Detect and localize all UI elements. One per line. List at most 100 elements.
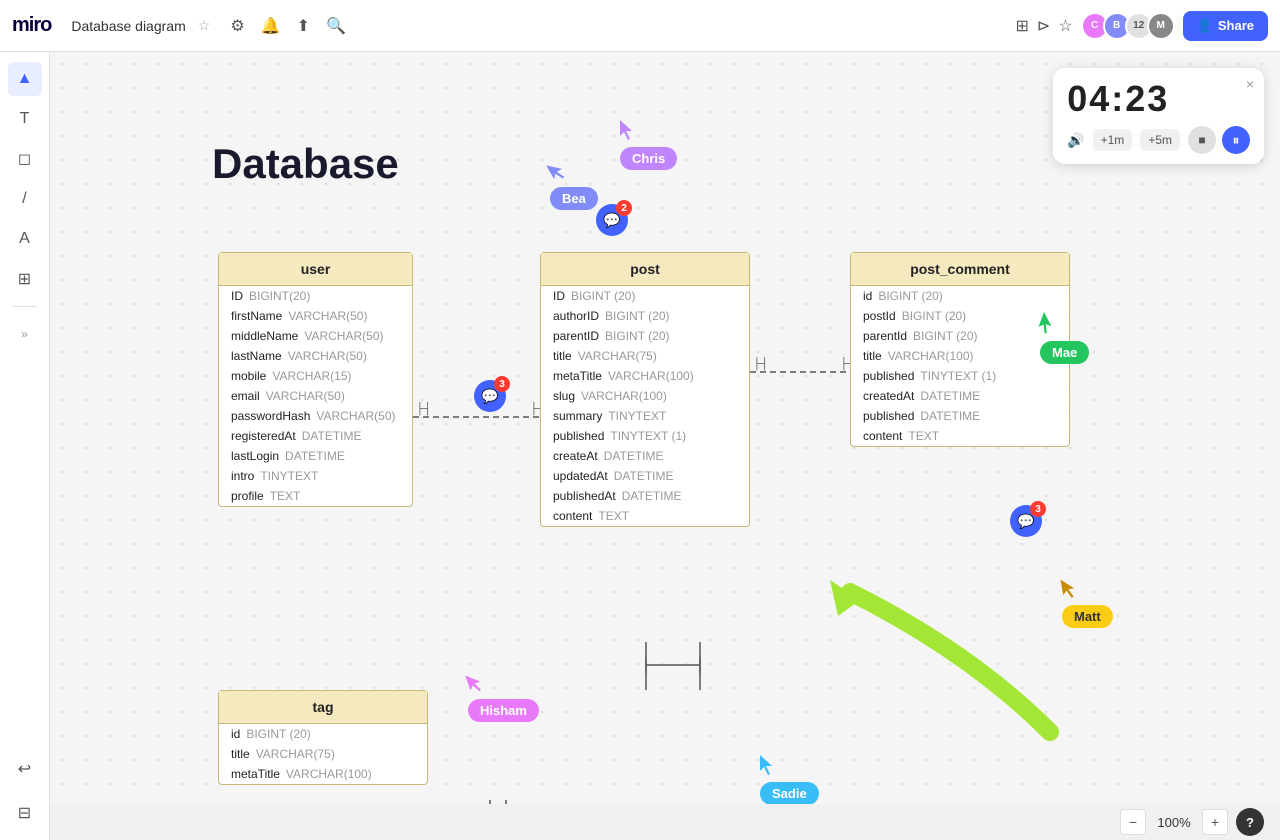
- table-row: middleNameVARCHAR(50): [219, 326, 412, 346]
- topbar-icons: ⚙ 🔔 ⬆ 🔍: [230, 16, 346, 36]
- table-row: summaryTINYTEXT: [541, 406, 749, 426]
- table-row: registeredAtDATETIME: [219, 426, 412, 446]
- cursor-sadie: Sadie: [760, 755, 819, 804]
- table-row: lastNameVARCHAR(50): [219, 346, 412, 366]
- share-button[interactable]: 👤 Share: [1183, 11, 1268, 41]
- undo-tool[interactable]: ↩: [8, 752, 42, 786]
- table-row: lastLoginDATETIME: [219, 446, 412, 466]
- table-post-comment[interactable]: post_comment idBIGINT (20) postIdBIGINT …: [850, 252, 1070, 447]
- search-icon[interactable]: 🔍: [326, 16, 346, 36]
- timer-display: 04:23: [1067, 78, 1250, 120]
- timer-close-button[interactable]: ×: [1246, 76, 1254, 92]
- cursor-chris-label: Chris: [620, 147, 677, 170]
- timer-sound-icon[interactable]: 🔊: [1067, 132, 1084, 149]
- favorite-icon[interactable]: ☆: [198, 17, 211, 34]
- table-row: passwordHashVARCHAR(50): [219, 406, 412, 426]
- sticky-tool[interactable]: ◻: [8, 142, 42, 176]
- cursor-chris: Chris: [620, 120, 677, 170]
- table-row: titleVARCHAR(100): [851, 346, 1069, 366]
- miro-logo: miro: [12, 14, 51, 37]
- font-tool[interactable]: A: [8, 222, 42, 256]
- pen-icon: /: [22, 190, 26, 208]
- avatar-3: M: [1147, 12, 1175, 40]
- table-row: IDBIGINT(20): [219, 286, 412, 306]
- timer-stop-button[interactable]: ■: [1188, 126, 1216, 154]
- svg-text:├┤: ├┤: [416, 401, 432, 416]
- timer-controls: 🔊 +1m +5m ■ ⏸: [1067, 126, 1250, 154]
- cursor-bea: Bea: [550, 160, 598, 210]
- comment-bubble-1[interactable]: 💬 2: [596, 204, 628, 236]
- collaborators-avatars[interactable]: C B 12 M: [1081, 12, 1175, 40]
- toolbar-separator: [13, 306, 37, 307]
- zoom-level: 100%: [1154, 815, 1194, 830]
- font-icon: A: [19, 230, 30, 248]
- timer-seconds: 23: [1125, 78, 1169, 119]
- sidebar-toggle[interactable]: ⊟: [8, 796, 42, 830]
- table-row: parentIDBIGINT (20): [541, 326, 749, 346]
- select-tool[interactable]: ▲: [8, 62, 42, 96]
- comment-bubble-3[interactable]: 💬 3: [1010, 505, 1042, 537]
- zoom-out-button[interactable]: −: [1120, 809, 1146, 835]
- canvas[interactable]: ├┤ ├┤ ├┤ ├┤ Database user IDBIGINT(20) f…: [50, 52, 1280, 804]
- table-row: titleVARCHAR(75): [541, 346, 749, 366]
- table-tag-header: tag: [219, 691, 427, 724]
- table-row: contentTEXT: [851, 426, 1069, 446]
- more-icon: »: [21, 327, 28, 341]
- help-button[interactable]: ?: [1236, 808, 1264, 836]
- cursor-hisham: Hisham: [468, 672, 539, 722]
- filter-icon[interactable]: ⊳: [1037, 16, 1050, 36]
- table-row: mobileVARCHAR(15): [219, 366, 412, 386]
- table-row: publishedTINYTEXT (1): [541, 426, 749, 446]
- present-icon[interactable]: ☆: [1058, 16, 1072, 36]
- table-row: createAtDATETIME: [541, 446, 749, 466]
- table-post-comment-header: post_comment: [851, 253, 1069, 286]
- table-post[interactable]: post IDBIGINT (20) authorIDBIGINT (20) p…: [540, 252, 750, 527]
- table-user[interactable]: user IDBIGINT(20) firstNameVARCHAR(50) m…: [218, 252, 413, 507]
- comment-count-2: 3: [494, 376, 510, 392]
- cursor-mae: Mae: [1040, 314, 1089, 364]
- document-title[interactable]: Database diagram: [71, 18, 185, 34]
- table-row: publishedTINYTEXT (1): [851, 366, 1069, 386]
- table-user-header: user: [219, 253, 412, 286]
- text-icon: T: [20, 110, 30, 128]
- table-row: idBIGINT (20): [851, 286, 1069, 306]
- more-tool[interactable]: »: [8, 317, 42, 351]
- timer-add-5m-button[interactable]: +5m: [1140, 129, 1180, 151]
- notifications-icon[interactable]: 🔔: [261, 16, 281, 36]
- frame-tool[interactable]: ⊞: [8, 262, 42, 296]
- settings-icon[interactable]: ⚙: [230, 16, 244, 36]
- table-post-header: post: [541, 253, 749, 286]
- comment-count-1: 2: [616, 200, 632, 216]
- sticky-icon: ◻: [18, 149, 31, 169]
- arrow-decoration: [770, 572, 1090, 757]
- timer-add-1m-button[interactable]: +1m: [1093, 129, 1133, 151]
- share-upload-icon[interactable]: ⬆: [297, 16, 310, 36]
- table-row: IDBIGINT (20): [541, 286, 749, 306]
- cursor-icon: ▲: [17, 70, 33, 88]
- timer-colon: :: [1111, 78, 1125, 119]
- table-row: createdAtDATETIME: [851, 386, 1069, 406]
- apps-icon[interactable]: ⊞: [1016, 16, 1029, 36]
- cursor-sadie-label: Sadie: [760, 782, 819, 804]
- zoom-in-button[interactable]: +: [1202, 809, 1228, 835]
- canvas-title: Database: [212, 140, 399, 188]
- text-tool[interactable]: T: [8, 102, 42, 136]
- table-row: parentIdBIGINT (20): [851, 326, 1069, 346]
- table-row: metaTitleVARCHAR(100): [219, 764, 427, 784]
- bottom-bar: − 100% + ?: [50, 804, 1280, 840]
- table-row: firstNameVARCHAR(50): [219, 306, 412, 326]
- table-tag[interactable]: tag idBIGINT (20) titleVARCHAR(75) metaT…: [218, 690, 428, 785]
- undo-icon: ↩: [18, 759, 31, 779]
- comment-bubble-2[interactable]: 💬 3: [474, 380, 506, 412]
- table-row: authorIDBIGINT (20): [541, 306, 749, 326]
- topbar-right: ⊞ ⊳ ☆ C B 12 M 👤 Share: [1016, 11, 1268, 41]
- table-row: contentTEXT: [541, 506, 749, 526]
- timer-pause-button[interactable]: ⏸: [1222, 126, 1250, 154]
- pen-tool[interactable]: /: [8, 182, 42, 216]
- cursor-hisham-label: Hisham: [468, 699, 539, 722]
- svg-text:├┤: ├┤: [753, 356, 769, 371]
- timer-widget: × 04:23 🔊 +1m +5m ■ ⏸: [1053, 68, 1264, 164]
- table-row: idBIGINT (20): [219, 724, 427, 744]
- table-row: publishedAtDATETIME: [541, 486, 749, 506]
- table-row: titleVARCHAR(75): [219, 744, 427, 764]
